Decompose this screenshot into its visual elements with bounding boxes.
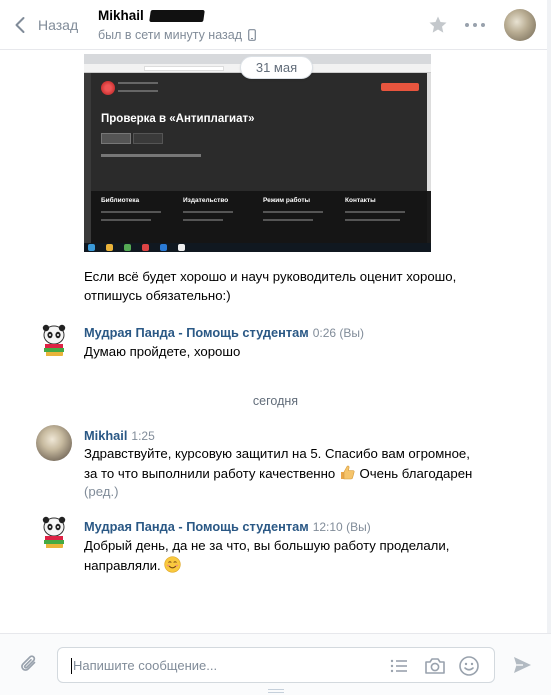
back-label: Назад — [38, 17, 79, 33]
footer-line — [183, 219, 223, 221]
chat-header: Назад Mikhail был в сети минуту назад — [0, 0, 551, 50]
message-input[interactable]: Напишите сообщение... — [57, 647, 495, 683]
sender-name[interactable]: Мудрая Панда - Помощь студентам — [84, 325, 309, 340]
screenshot-heading: Проверка в «Антиплагиат» — [101, 113, 255, 125]
text-caret — [71, 658, 72, 674]
scrollbar[interactable] — [547, 0, 551, 695]
self-tag: (Вы) — [339, 326, 365, 340]
date-pill: 31 мая — [240, 56, 313, 79]
address-field — [144, 66, 224, 71]
avatar-mikhail[interactable] — [36, 425, 72, 461]
message-time: 12:10 (Вы) — [313, 520, 371, 534]
screenshot-nav — [181, 85, 189, 90]
more-dots-icon[interactable] — [464, 18, 486, 32]
peer-status: был в сети минуту назад — [98, 28, 243, 42]
phone-icon — [248, 29, 256, 41]
footer-col-2: Издательство — [183, 197, 229, 204]
message-sender[interactable]: Мудрая Панда - Помощь студентам 0:26 (Вы) — [84, 325, 364, 340]
library-logo — [101, 81, 115, 95]
smile-icon[interactable] — [458, 655, 480, 677]
message-text-part: Добрый день, да не за что, вы большую ра… — [84, 538, 450, 573]
back-button[interactable]: Назад — [12, 12, 78, 38]
chevron-left-icon — [15, 17, 25, 33]
peer-info[interactable]: Mikhail был в сети минуту назад — [98, 8, 256, 42]
footer-col-1: Библиотека — [101, 197, 140, 204]
attached-screenshot[interactable]: Проверка в «Антиплагиат» Библиотека Изда… — [84, 54, 431, 252]
footer-col-4: Контакты — [345, 197, 376, 204]
list-icon[interactable] — [390, 658, 408, 674]
footer-line — [345, 211, 405, 213]
screenshot-tab-2 — [133, 133, 163, 144]
message-composer: Напишите сообщение... — [0, 633, 551, 695]
panda-icon — [42, 324, 66, 356]
footer-line — [263, 211, 323, 213]
self-tag: (Вы) — [346, 520, 371, 534]
resize-grip[interactable] — [268, 689, 284, 693]
day-separator: сегодня — [252, 394, 299, 408]
footer-line — [263, 219, 313, 221]
message-text: Если всё будет хорошо и науч руководител… — [84, 269, 457, 303]
avatar-panda[interactable] — [36, 514, 72, 550]
footer-line — [101, 219, 151, 221]
message-text: Добрый день, да не за что, вы большую ра… — [84, 537, 484, 575]
star-icon[interactable] — [428, 15, 448, 35]
screenshot-note — [101, 154, 201, 157]
screenshot-tab-1 — [101, 133, 131, 144]
peer-name: Mikhail — [98, 8, 144, 23]
thumbs-up-emoji-icon — [340, 465, 355, 479]
camera-icon[interactable] — [424, 656, 446, 676]
message-time: 0:26 (Вы) — [313, 326, 364, 340]
footer-line — [345, 219, 400, 221]
time-value: 12:10 — [312, 520, 343, 534]
time-value: 0:26 — [312, 326, 337, 340]
send-icon[interactable] — [512, 655, 532, 675]
message-text: Здравствуйте, курсовую защитил на 5. Спа… — [84, 445, 484, 502]
screenshot-footer: Библиотека Издательство Режим работы Кон… — [91, 191, 427, 243]
message-sender[interactable]: Мудрая Панда - Помощь студентам 12:10 (Вы… — [84, 519, 371, 534]
edited-mark: (ред.) — [84, 484, 119, 499]
peer-avatar[interactable] — [504, 9, 536, 41]
sender-name[interactable]: Мудрая Панда - Помощь студентам — [84, 519, 309, 534]
message-text: Думаю пройдете, хорошо — [84, 344, 241, 359]
panda-icon — [42, 516, 66, 548]
footer-line — [183, 211, 233, 213]
message-time: 1:25 — [131, 429, 155, 443]
input-placeholder: Напишите сообщение... — [73, 658, 218, 673]
screenshot-taskbar — [84, 243, 431, 252]
sender-name[interactable]: Mikhail — [84, 428, 127, 443]
paperclip-icon[interactable] — [19, 654, 41, 676]
screenshot-orange-button — [381, 83, 419, 91]
blush-emoji-icon — [164, 555, 182, 573]
redacted-surname — [148, 9, 205, 22]
message-sender[interactable]: Mikhail 1:25 — [84, 428, 155, 443]
logo-text — [118, 82, 158, 92]
footer-col-3: Режим работы — [263, 197, 311, 204]
message-text-part: Очень благодарен — [359, 465, 473, 481]
avatar-panda[interactable] — [36, 322, 72, 358]
screenshot-scrollbar — [427, 73, 431, 191]
screenshot-sidebar — [84, 73, 91, 243]
footer-line — [101, 211, 161, 213]
